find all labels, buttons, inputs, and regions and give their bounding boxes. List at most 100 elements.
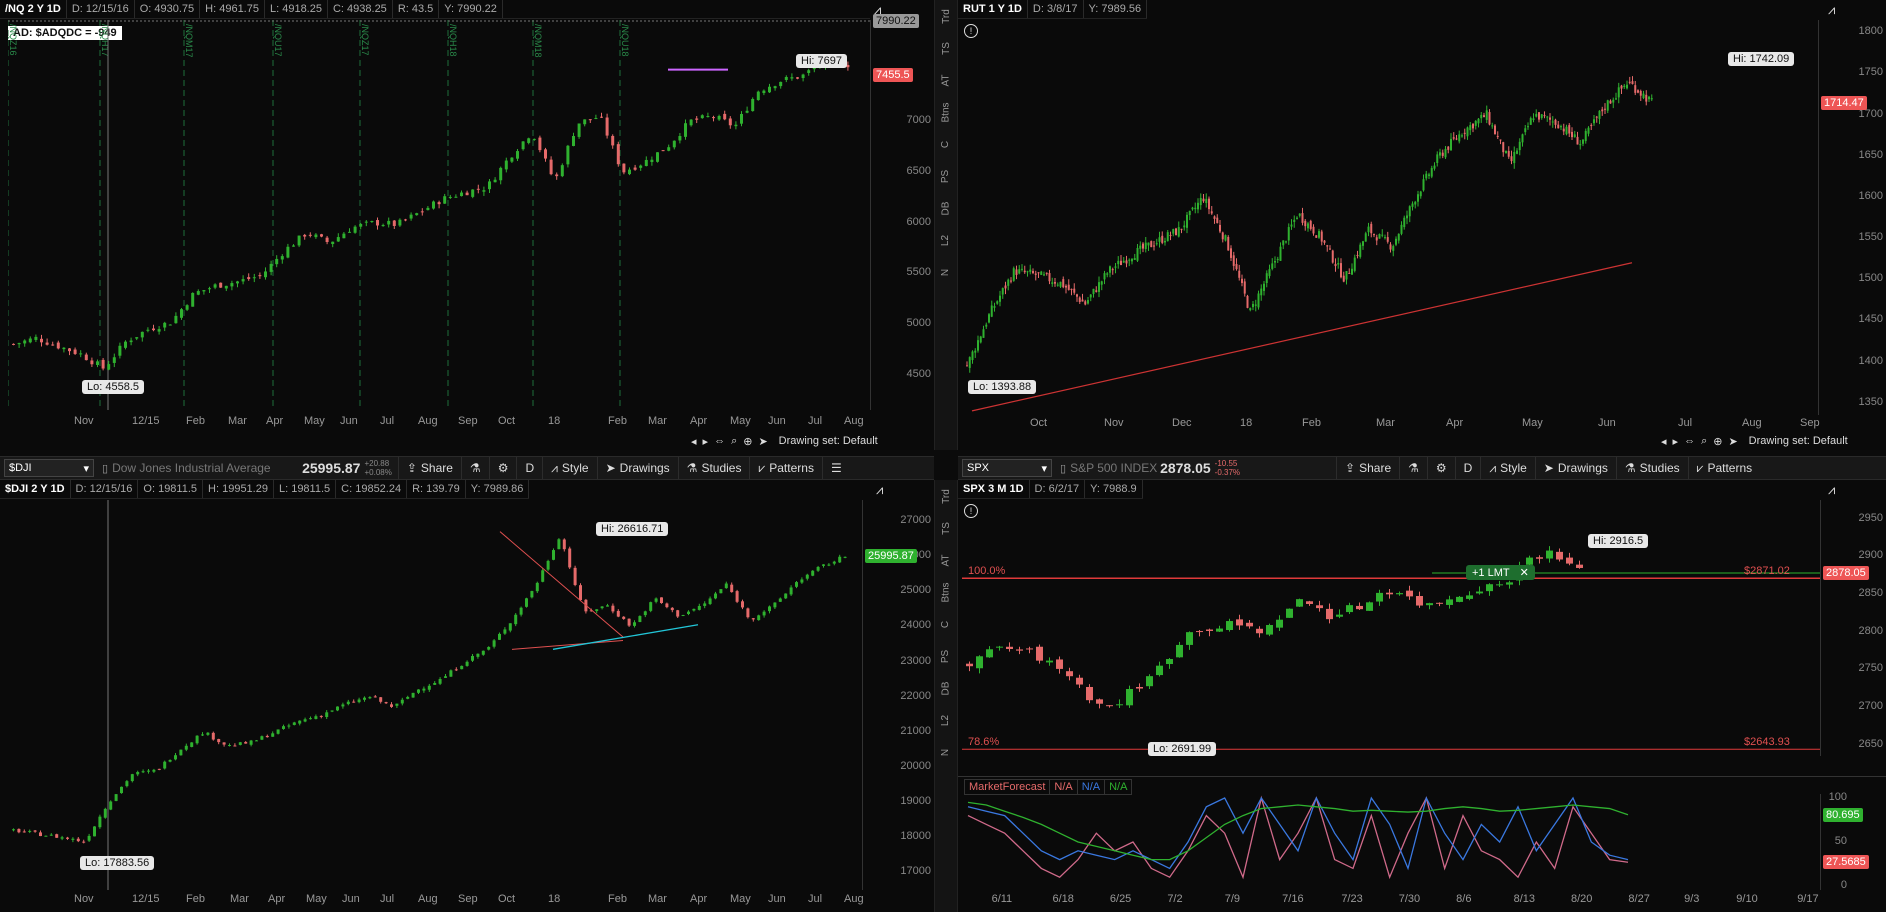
spx-candle xyxy=(1146,676,1153,687)
link-icon[interactable]: ▯ xyxy=(102,462,108,475)
chart-style-icon[interactable]: ⩘ xyxy=(1828,2,1835,18)
sidebar-tab-ts[interactable]: TS xyxy=(935,32,957,64)
sidebar-tab-n[interactable]: N xyxy=(935,736,957,768)
sidebar-tab-ps[interactable]: PS xyxy=(935,640,957,672)
chart-style-icon[interactable]: ⩘ xyxy=(1828,482,1835,498)
rut-time-axis[interactable]: Oct Nov Dec 18 Feb Mar Apr May Jun Jul Aug Sep xyxy=(962,417,1820,431)
close-icon[interactable]: ✕ xyxy=(1520,567,1529,579)
scroll-right-icon[interactable]: ▸ xyxy=(703,435,709,448)
dji-chart-panel[interactable]: $DJI 2 Y 1D D: 12/15/16 O: 19811.5 H: 19… xyxy=(0,480,934,912)
rut-candle xyxy=(1103,273,1106,280)
sidebar-tab-l2[interactable]: L2 xyxy=(935,224,957,256)
rut-candle xyxy=(1032,271,1034,274)
sidebar-tab-n[interactable]: N xyxy=(935,256,957,288)
sidebar-tab-btns[interactable]: Btns xyxy=(935,96,957,128)
dji-price-axis[interactable]: 2700026000250002400023000220002100020000… xyxy=(862,500,934,890)
drawing-set-label[interactable]: Drawing set: Default xyxy=(779,435,878,447)
spx-candle xyxy=(1096,699,1103,704)
drawings-button[interactable]: ➤ Drawings xyxy=(1534,457,1616,479)
last-price-box: 25995.87 xyxy=(865,549,917,564)
rut-candle xyxy=(1219,224,1221,232)
nq-chart-panel[interactable]: /NQ 2 Y 1D D: 12/15/16 O: 4930.75 H: 496… xyxy=(0,0,934,450)
flask-button[interactable]: ⚗ xyxy=(1399,457,1427,479)
style-button[interactable]: ⩘ Style xyxy=(1480,457,1534,479)
flask-button[interactable]: ⚗ xyxy=(460,457,489,479)
scroll-right-icon[interactable]: ▸ xyxy=(1673,435,1679,448)
cursor-icon[interactable]: ➤ xyxy=(1728,435,1737,448)
zoom-icon[interactable]: ⌕ xyxy=(731,435,737,448)
period-button[interactable]: D xyxy=(1454,457,1481,479)
limit-order-button[interactable]: +1 LMT ✕ xyxy=(1466,565,1535,581)
pan-icon[interactable]: ⇔ xyxy=(714,435,725,447)
nq-plot[interactable]: /NQZ16/NQH17/NQM17/NQU17/NQZ17/NQH18/NQM… xyxy=(8,20,870,410)
spx-price-axis[interactable]: 2950 2900 2850 2800 2750 2700 2650 2878.05 xyxy=(1820,500,1886,756)
patterns-button[interactable]: ⩗ Patterns xyxy=(749,457,821,479)
nq-candle xyxy=(628,169,631,175)
symbol-selector[interactable]: SPX ▾ xyxy=(962,459,1052,477)
chart-style-icon[interactable]: ⩘ xyxy=(876,482,883,498)
sidebar-tab-l2[interactable]: L2 xyxy=(935,704,957,736)
nq-candle xyxy=(23,340,27,344)
dji-candle xyxy=(265,735,269,738)
market-forecast-axis[interactable]: 100755025080.69527.5685 xyxy=(1820,791,1886,891)
rut-candle xyxy=(1235,263,1238,270)
rut-price-axis[interactable]: 1800 1750 1700 1650 1600 1550 1500 1450 1400 1350… xyxy=(1818,20,1886,415)
zoom-icon[interactable]: ⌕ xyxy=(1701,435,1707,448)
sidebar-tab-trd[interactable]: Trd xyxy=(935,480,957,512)
rut-chart-panel[interactable]: RUT 1 Y 1D D: 3/8/17 Y: 7989.56 ! ⩘ 1800… xyxy=(958,0,1886,450)
rut-plot[interactable] xyxy=(962,20,1818,415)
rut-tick: Sep xyxy=(1800,417,1820,429)
spx-chart-panel[interactable]: SPX 3 M 1D D: 6/2/17 Y: 7988.9 ! ⩘ 2950 2… xyxy=(958,480,1886,912)
spx-symbol-label[interactable]: SPX 3 M 1D xyxy=(958,480,1030,498)
nq-nav-controls[interactable]: ◂ ▸ ⇔ ⌕ ⊕ ➤ Drawing set: Default xyxy=(688,434,881,448)
sidebar-tab-db[interactable]: DB xyxy=(935,192,957,224)
high-label: Hi: 2916.5 xyxy=(1588,534,1649,548)
sidebar-tab-c[interactable]: C xyxy=(935,608,957,640)
spx-time-axis[interactable]: 6/11 6/18 6/25 7/2 7/9 7/16 7/23 7/30 8/6 8/13 8/2… xyxy=(962,893,1820,907)
sidebar-tab-at[interactable]: AT xyxy=(935,544,957,576)
cursor-icon[interactable]: ➤ xyxy=(758,435,767,448)
sidebar-tab-db[interactable]: DB xyxy=(935,672,957,704)
nq-symbol-label[interactable]: /NQ 2 Y 1D xyxy=(0,0,67,18)
menu-button[interactable]: ☰ xyxy=(821,457,850,479)
rut-symbol-label[interactable]: RUT 1 Y 1D xyxy=(958,0,1028,18)
sidebar-tab-trd[interactable]: Trd xyxy=(935,0,957,32)
symbol-selector[interactable]: $DJI ▾ xyxy=(4,459,94,477)
nq-time-axis[interactable]: Nov 12/15 Feb Mar Apr May Jun Jul Aug Sep Oct 18 Feb… xyxy=(8,415,870,429)
crosshair-icon[interactable]: ⊕ xyxy=(1713,435,1722,448)
rut-candle xyxy=(1155,243,1158,245)
study-divider[interactable] xyxy=(958,776,1886,777)
patterns-button[interactable]: ⩗ Patterns xyxy=(1687,457,1760,479)
studies-button[interactable]: ⚗ Studies xyxy=(1615,457,1688,479)
sidebar-tab-c[interactable]: C xyxy=(935,128,957,160)
dji-symbol-label[interactable]: $DJI 2 Y 1D xyxy=(0,480,71,498)
rut-candle xyxy=(1560,126,1562,128)
sidebar-tab-ts[interactable]: TS xyxy=(935,512,957,544)
nq-price-axis[interactable]: 7000 6500 6000 5500 5000 4500 7990.22 7455.5 xyxy=(870,14,934,410)
studies-button[interactable]: ⚗ Studies xyxy=(677,457,750,479)
sidebar-tab-ps[interactable]: PS xyxy=(935,160,957,192)
settings-button[interactable]: ⚙ xyxy=(1426,457,1455,479)
sidebar-tab-at[interactable]: AT xyxy=(935,64,957,96)
share-button[interactable]: ⇪ Share xyxy=(397,457,461,479)
period-button[interactable]: D xyxy=(516,457,542,479)
drawing-set-label[interactable]: Drawing set: Default xyxy=(1749,435,1848,447)
sidebar-tab-btns[interactable]: Btns xyxy=(935,576,957,608)
dji-plot[interactable] xyxy=(8,500,862,890)
settings-button[interactable]: ⚙ xyxy=(488,457,517,479)
scroll-left-icon[interactable]: ◂ xyxy=(1661,435,1667,448)
pan-icon[interactable]: ⇔ xyxy=(1684,435,1695,447)
style-button[interactable]: ⩘ Style xyxy=(542,457,596,479)
share-button[interactable]: ⇪ Share xyxy=(1336,457,1399,479)
spx-plot[interactable] xyxy=(962,500,1820,756)
rut-nav-controls[interactable]: ◂ ▸ ⇔ ⌕ ⊕ ➤ Drawing set: Default xyxy=(1658,434,1851,448)
drawings-button[interactable]: ➤ Drawings xyxy=(596,457,678,479)
rut-candle xyxy=(1598,110,1601,119)
crosshair-icon[interactable]: ⊕ xyxy=(743,435,752,448)
nq-candle xyxy=(202,290,206,292)
scroll-left-icon[interactable]: ◂ xyxy=(691,435,697,448)
study-name[interactable]: MarketForecast xyxy=(965,780,1051,794)
link-icon[interactable]: ▯ xyxy=(1060,462,1066,475)
dji-time-axis[interactable]: Nov 12/15 Feb Mar Apr May Jun Jul Aug Sep Oct 18 Feb… xyxy=(8,893,864,907)
market-forecast-plot[interactable] xyxy=(962,794,1820,890)
